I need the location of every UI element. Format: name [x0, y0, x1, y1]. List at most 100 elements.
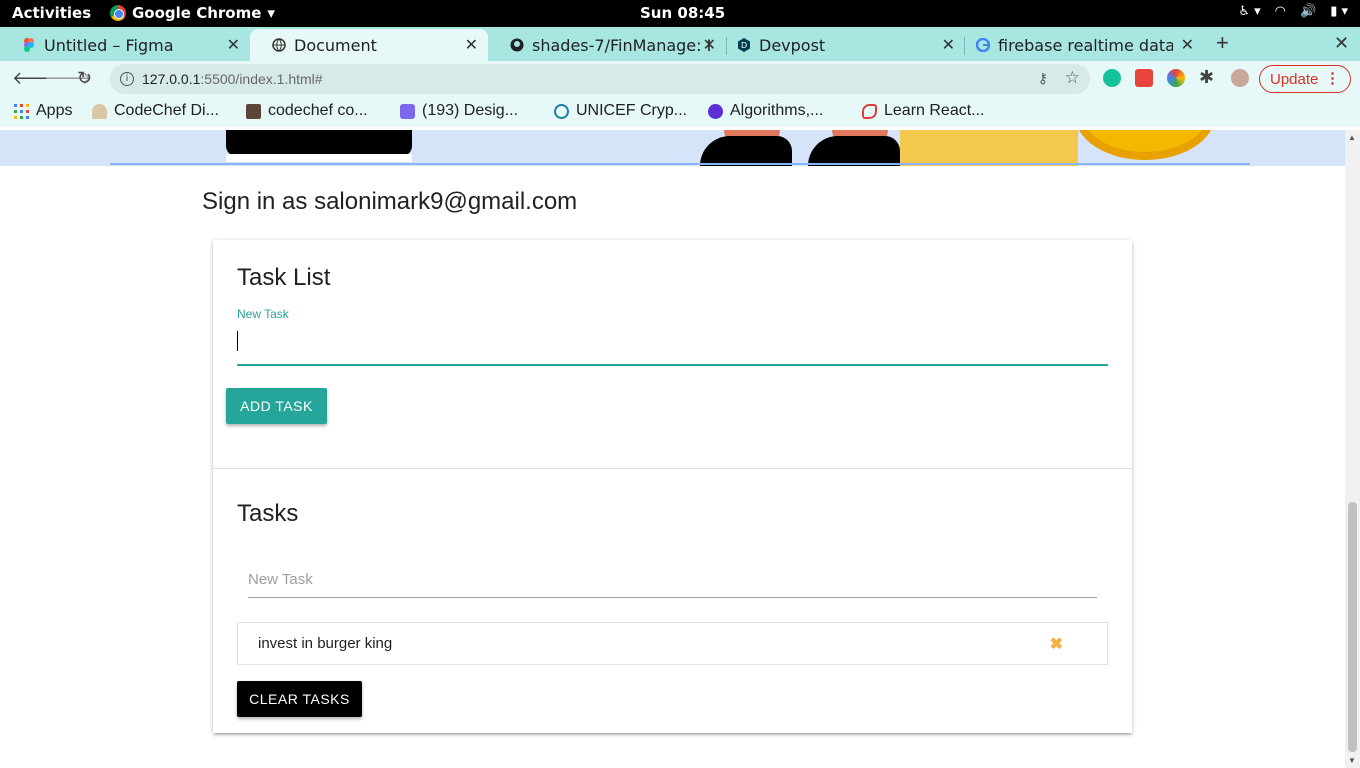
clear-tasks-button[interactable]: CLEAR TASKS — [237, 681, 362, 717]
hero-shape — [900, 130, 1078, 166]
divider — [213, 468, 1132, 469]
page-content: Sign in as salonimark9@gmail.com Task Li… — [0, 130, 1345, 768]
scroll-up-icon[interactable]: ▲ — [1348, 133, 1356, 142]
close-icon[interactable]: ✕ — [227, 35, 240, 54]
bookmark-label: CodeChef Di... — [114, 102, 219, 119]
key-icon[interactable]: ⚷ — [1038, 70, 1048, 87]
bookmark-codechef-co[interactable]: codechef co... — [246, 102, 368, 120]
tab-title: firebase realtime datab — [998, 35, 1173, 55]
bookmark-label: codechef co... — [268, 102, 368, 119]
task-text: invest in burger king — [258, 635, 393, 652]
apps-grid-icon — [14, 103, 29, 119]
list-item: invest in burger king ✖ — [238, 623, 1107, 664]
tab-figma[interactable]: Untitled – Figma ✕ — [0, 29, 250, 61]
filter-tasks-input[interactable] — [248, 562, 1097, 598]
close-icon[interactable]: ✕ — [1181, 35, 1194, 54]
battery-icon: ▮ ▾ — [1330, 4, 1348, 19]
update-button[interactable]: Update ⋮ — [1259, 65, 1351, 93]
bookmark-label: Apps — [36, 102, 73, 119]
react-atom-icon — [554, 103, 569, 119]
tab-title: Untitled – Figma — [44, 35, 174, 55]
url-path: :5500/index.1.html# — [200, 71, 323, 87]
address-bar[interactable]: i 127.0.0.1:5500/index.1.html# ⚷ ☆ — [110, 64, 1090, 94]
bookmark-label: Algorithms,... — [730, 102, 824, 119]
close-icon[interactable]: ✕ — [465, 35, 478, 54]
bookmark-learn-react[interactable]: Learn React... — [862, 102, 985, 120]
scroll-thumb[interactable] — [1348, 502, 1357, 752]
scrollbar[interactable]: ▲ ▼ — [1345, 130, 1360, 768]
app-name: Google Chrome — [132, 4, 262, 22]
chrome-icon — [110, 5, 126, 21]
text-caret — [237, 331, 238, 351]
grammarly-extension-icon[interactable] — [1103, 69, 1121, 87]
browser-toolbar: 🡐 🡒 ↻ i 127.0.0.1:5500/index.1.html# ⚷ ☆… — [0, 61, 1360, 97]
system-tray[interactable]: ♿ ▾ ◠ 🔊 ▮ ▾ — [1238, 4, 1348, 19]
bookmarks-bar: Apps CodeChef Di... codechef co... (193)… — [0, 97, 1360, 127]
tab-title: shades-7/FinManage: M — [532, 35, 710, 55]
volume-icon: 🔊 — [1300, 4, 1317, 19]
avatar[interactable] — [1231, 69, 1249, 87]
signin-text: Sign in as salonimark9@gmail.com — [202, 188, 578, 215]
bookmark-unicef[interactable]: UNICEF Cryp... — [554, 102, 687, 120]
activities-button[interactable]: Activities — [12, 4, 91, 22]
lock-extension-icon[interactable] — [1135, 69, 1153, 87]
figma-icon — [24, 38, 34, 52]
close-icon[interactable]: ✕ — [703, 35, 716, 54]
devpost-icon: D — [738, 38, 750, 52]
scroll-down-icon[interactable]: ▼ — [1348, 756, 1356, 765]
hero-shape — [1075, 130, 1215, 160]
tab-devpost[interactable]: D Devpost ✕ — [715, 29, 965, 61]
color-picker-extension-icon[interactable] — [1167, 69, 1185, 87]
tasks-title: Tasks — [237, 500, 299, 527]
globe-icon — [272, 38, 286, 52]
os-top-bar: Activities Google Chrome ▾ Sun 08:45 ♿ ▾… — [0, 0, 1360, 27]
bookmark-label: Learn React... — [884, 102, 985, 119]
puzzle-icon[interactable]: ✱ — [1199, 67, 1214, 88]
task-collection: invest in burger king ✖ — [237, 622, 1108, 665]
hero-shape — [226, 130, 412, 162]
tab-title: Document — [294, 35, 377, 55]
chevron-down-icon: ▾ — [267, 4, 275, 22]
chef-hat-icon — [92, 103, 107, 119]
z-logo-icon — [400, 103, 415, 119]
star-icon[interactable]: ☆ — [1065, 68, 1080, 88]
close-icon[interactable]: ✕ — [942, 35, 955, 54]
tab-title: Devpost — [759, 35, 826, 55]
svg-text:D: D — [741, 41, 747, 50]
google-icon — [976, 38, 990, 52]
new-task-input[interactable] — [237, 326, 1108, 366]
hero-banner-image — [0, 130, 1345, 166]
tab-github[interactable]: shades-7/FinManage: M ✕ — [488, 29, 726, 61]
bookmark-label: UNICEF Cryp... — [576, 102, 688, 119]
tab-strip: Untitled – Figma ✕ Document ✕ shades-7/F… — [0, 27, 1360, 61]
new-tab-button[interactable]: + — [1216, 30, 1229, 56]
info-icon[interactable]: i — [120, 72, 134, 86]
bookmark-codechef-di[interactable]: CodeChef Di... — [92, 102, 219, 120]
task-card: Task List New Task ADD TASK Tasks invest… — [213, 240, 1132, 733]
tab-document[interactable]: Document ✕ — [250, 29, 488, 61]
add-task-button[interactable]: ADD TASK — [226, 388, 327, 424]
bookmark-design[interactable]: (193) Desig... — [400, 102, 518, 120]
bookmark-apps[interactable]: Apps — [14, 102, 72, 120]
app-menu[interactable]: Google Chrome ▾ — [110, 4, 275, 22]
update-label: Update — [1270, 70, 1319, 88]
tab-google-search[interactable]: firebase realtime datab ✕ — [954, 29, 1204, 61]
close-icon[interactable]: ✖ — [1050, 634, 1063, 654]
accessibility-icon[interactable]: ♿ ▾ — [1238, 4, 1260, 19]
hero-shape — [700, 136, 792, 166]
bookmark-label: (193) Desig... — [422, 102, 519, 119]
github-icon — [510, 38, 524, 52]
more-vert-icon: ⋮ — [1325, 70, 1340, 87]
hero-shape — [808, 136, 900, 166]
clock[interactable]: Sun 08:45 — [640, 4, 725, 22]
new-task-label: New Task — [237, 307, 289, 321]
swirl-icon — [862, 103, 877, 119]
hero-shape — [110, 163, 1250, 165]
task-list-title: Task List — [237, 264, 331, 291]
window-close-button[interactable]: ✕ — [1334, 33, 1349, 54]
c-logo-icon — [708, 103, 723, 119]
codechef-icon — [246, 103, 261, 119]
reload-icon[interactable]: ↻ — [77, 68, 92, 89]
wifi-icon: ◠ — [1274, 4, 1286, 19]
bookmark-algorithms[interactable]: Algorithms,... — [708, 102, 823, 120]
